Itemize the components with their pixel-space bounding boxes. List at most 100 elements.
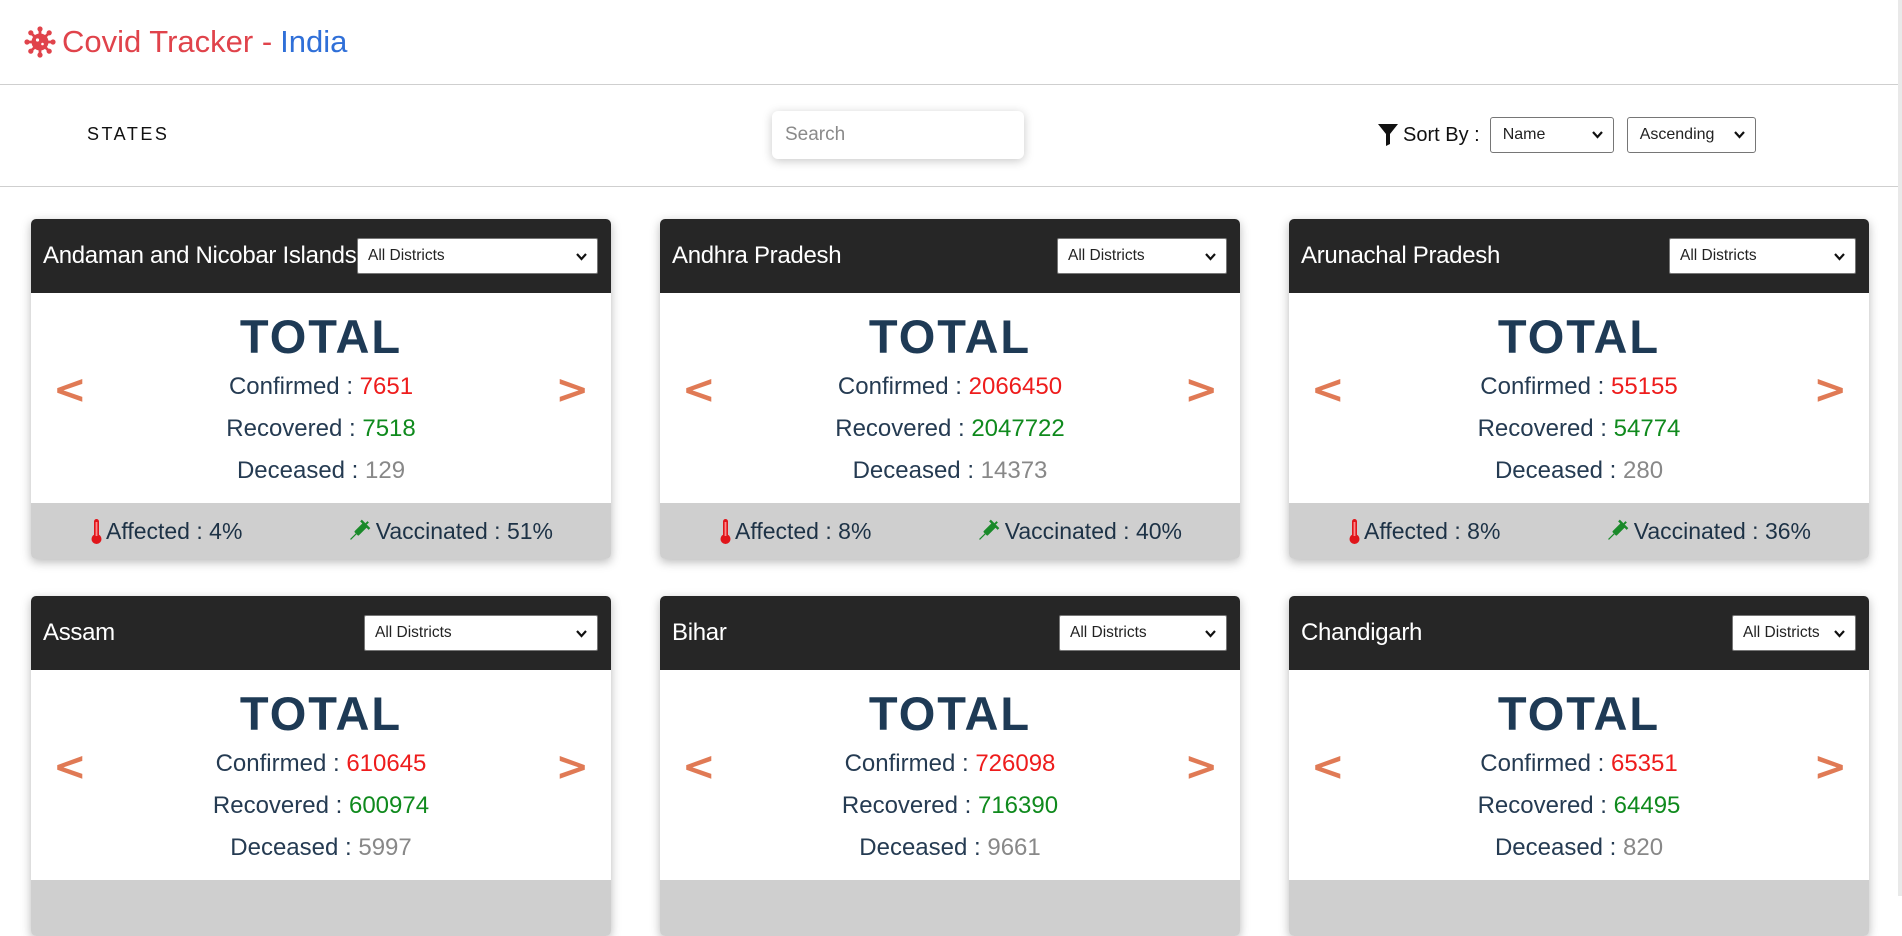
- deceased-label: Deceased :: [1494, 834, 1617, 861]
- confirmed-line: Confirmed : 65351: [1289, 750, 1869, 778]
- sort-field-select[interactable]: Name: [1489, 117, 1614, 153]
- card-body: < TOTAL Confirmed : 610645 Recovered : 6…: [31, 670, 611, 880]
- page-scrollbar[interactable]: [1898, 0, 1902, 896]
- confirmed-label: Confirmed :: [1480, 750, 1605, 777]
- next-arrow-button[interactable]: >: [555, 742, 589, 792]
- confirmed-value: 726098: [975, 750, 1056, 777]
- sort-field-value: Name: [1502, 126, 1546, 143]
- card-body: < TOTAL Confirmed : 2066450 Recovered : …: [660, 293, 1240, 503]
- recovered-label: Recovered :: [841, 792, 972, 819]
- district-select[interactable]: All Districts: [1057, 238, 1227, 274]
- district-select[interactable]: All Districts: [1669, 238, 1856, 274]
- chevron-down-icon: [1834, 630, 1845, 638]
- card-body: < TOTAL Confirmed : 7651 Recovered : 751…: [31, 293, 611, 503]
- deceased-label: Deceased :: [859, 834, 981, 861]
- deceased-value: 14373: [980, 457, 1048, 484]
- brand[interactable]: Covid Tracker - India: [24, 24, 347, 60]
- state-name: Arunachal Pradesh: [1301, 242, 1501, 269]
- recovered-line: Recovered : 54774: [1289, 415, 1869, 443]
- state-name: Andaman and Nicobar Islands: [43, 242, 357, 269]
- card-body: < TOTAL Confirmed : 55155 Recovered : 54…: [1289, 293, 1869, 503]
- deceased-line: Deceased : 9661: [660, 834, 1240, 862]
- district-value: All Districts: [375, 624, 452, 641]
- country-name: India: [280, 24, 348, 59]
- confirmed-value: 610645: [346, 750, 427, 777]
- deceased-line: Deceased : 129: [31, 457, 611, 485]
- state-card: Assam All Districts < TOTAL Confirmed : …: [31, 596, 611, 936]
- deceased-label: Deceased :: [236, 457, 359, 484]
- total-title: TOTAL: [1497, 687, 1661, 740]
- district-value: All Districts: [1743, 624, 1820, 641]
- recovered-line: Recovered : 716390: [660, 792, 1240, 820]
- filter-bar: STATES Sort By : Name Ascending: [0, 85, 1902, 187]
- affected-value: 8%: [1467, 517, 1501, 544]
- district-select[interactable]: All Districts: [1732, 615, 1856, 651]
- search-input[interactable]: [772, 111, 1024, 159]
- district-select[interactable]: All Districts: [364, 615, 598, 651]
- affected-value: 4%: [209, 517, 243, 544]
- affected-stat: Affected : 8%: [718, 518, 871, 545]
- card-header: Chandigarh All Districts: [1289, 596, 1869, 670]
- recovered-label: Recovered :: [212, 792, 343, 819]
- top-navbar: Covid Tracker - India: [0, 0, 1902, 85]
- chevron-down-icon: [1733, 131, 1745, 139]
- card-header: Andhra Pradesh All Districts: [660, 219, 1240, 293]
- recovered-line: Recovered : 600974: [31, 792, 611, 820]
- total-title: TOTAL: [1497, 310, 1661, 363]
- card-header: Bihar All Districts: [660, 596, 1240, 670]
- recovered-line: Recovered : 7518: [31, 415, 611, 443]
- recovered-label: Recovered :: [1477, 792, 1607, 819]
- thermometer-icon: [91, 518, 102, 544]
- confirmed-line: Confirmed : 55155: [1289, 373, 1869, 401]
- deceased-label: Deceased :: [1494, 457, 1617, 484]
- recovered-value: 64495: [1613, 792, 1681, 819]
- state-card: Arunachal Pradesh All Districts < TOTAL …: [1289, 219, 1869, 559]
- confirmed-line: Confirmed : 726098: [660, 750, 1240, 778]
- filter-icon: [1378, 124, 1398, 146]
- sort-by-label: Sort By :: [1403, 123, 1480, 146]
- affected-stat: Affected : 4%: [89, 518, 242, 545]
- vaccinated-stat: Vaccinated : 40%: [975, 518, 1182, 545]
- confirmed-label: Confirmed :: [1480, 373, 1605, 400]
- recovered-value: 7518: [362, 415, 416, 442]
- card-footer: [660, 880, 1240, 936]
- card-header: Arunachal Pradesh All Districts: [1289, 219, 1869, 293]
- chevron-down-icon: [1591, 131, 1603, 139]
- chevron-down-icon: [1205, 630, 1216, 638]
- sort-order-select[interactable]: Ascending: [1626, 117, 1756, 153]
- card-footer: [1289, 880, 1869, 936]
- total-title: TOTAL: [868, 687, 1032, 740]
- confirmed-value: 55155: [1610, 373, 1678, 400]
- vaccinated-label: Vaccinated :: [1004, 517, 1130, 544]
- next-arrow-button[interactable]: >: [1184, 742, 1218, 792]
- recovered-value: 716390: [977, 792, 1059, 819]
- district-select[interactable]: All Districts: [1059, 615, 1227, 651]
- recovered-label: Recovered :: [1477, 415, 1607, 442]
- confirmed-label: Confirmed :: [844, 750, 969, 777]
- card-footer: Affected : 8% Vaccinated : 40%: [660, 503, 1240, 559]
- sort-controls: Sort By : Name Ascending: [1378, 117, 1756, 153]
- confirmed-line: Confirmed : 610645: [31, 750, 611, 778]
- recovered-value: 2047722: [971, 415, 1065, 442]
- confirmed-line: Confirmed : 7651: [31, 373, 611, 401]
- states-heading: STATES: [87, 124, 170, 144]
- chevron-down-icon: [1205, 253, 1216, 261]
- next-arrow-button[interactable]: >: [1813, 365, 1847, 415]
- next-arrow-button[interactable]: >: [1813, 742, 1847, 792]
- vaccinated-label: Vaccinated :: [375, 517, 501, 544]
- card-body: < TOTAL Confirmed : 726098 Recovered : 7…: [660, 670, 1240, 880]
- next-arrow-button[interactable]: >: [555, 365, 589, 415]
- district-value: All Districts: [368, 247, 445, 264]
- next-arrow-button[interactable]: >: [1184, 365, 1218, 415]
- deceased-value: 5997: [358, 834, 412, 861]
- state-card: Andhra Pradesh All Districts < TOTAL Con…: [660, 219, 1240, 559]
- vaccinated-value: 51%: [506, 517, 553, 544]
- card-footer: Affected : 8% Vaccinated : 36%: [1289, 503, 1869, 559]
- state-name: Assam: [43, 619, 115, 646]
- sort-order-value: Ascending: [1639, 126, 1715, 143]
- district-select[interactable]: All Districts: [357, 238, 598, 274]
- thermometer-icon: [1349, 518, 1360, 544]
- state-name: Chandigarh: [1301, 619, 1423, 646]
- confirmed-value: 7651: [359, 373, 414, 400]
- district-value: All Districts: [1680, 247, 1757, 264]
